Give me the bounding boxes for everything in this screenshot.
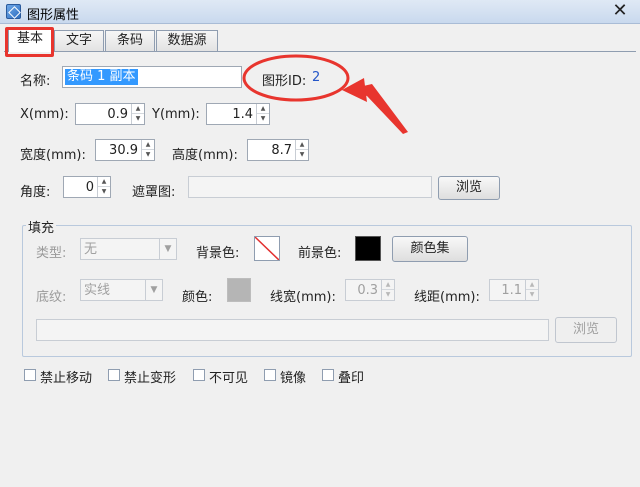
- color-set-button[interactable]: 颜色集: [392, 236, 468, 262]
- name-label: 名称:: [20, 74, 51, 89]
- lock-move-checkbox[interactable]: [24, 369, 36, 381]
- fill-type-select[interactable]: 无 ▼: [80, 238, 177, 260]
- line-spacing-stepper[interactable]: 1.1 ▲ ▼: [489, 279, 539, 301]
- width-value: 30.9: [109, 143, 138, 158]
- name-input[interactable]: 条码 1 副本: [62, 66, 242, 88]
- fill-type-label: 类型:: [36, 246, 67, 261]
- annotation-ellipse: [242, 54, 350, 102]
- fill-image-input[interactable]: [36, 319, 549, 341]
- angle-up-icon[interactable]: ▲: [98, 177, 110, 187]
- pattern-value: 实线: [84, 283, 111, 298]
- name-input-value: 条码 1 副本: [65, 69, 138, 85]
- overprint-checkbox[interactable]: [322, 369, 334, 381]
- mask-input[interactable]: [188, 176, 432, 198]
- line-width-down-icon[interactable]: ▼: [382, 290, 394, 300]
- height-label: 高度(mm):: [172, 148, 238, 163]
- title-bar: [0, 0, 640, 24]
- height-up-icon[interactable]: ▲: [296, 140, 308, 150]
- lock-resize-checkbox[interactable]: [108, 369, 120, 381]
- pattern-label: 底纹:: [36, 290, 67, 305]
- fill-browse-button[interactable]: 浏览: [555, 317, 617, 343]
- y-stepper[interactable]: 1.4 ▲ ▼: [206, 103, 270, 125]
- height-stepper[interactable]: 8.7 ▲ ▼: [247, 139, 309, 161]
- fill-group-title: 填充: [26, 217, 57, 236]
- line-spacing-down-icon[interactable]: ▼: [526, 290, 538, 300]
- x-down-icon[interactable]: ▼: [132, 114, 144, 124]
- y-label: Y(mm):: [152, 107, 200, 122]
- width-up-icon[interactable]: ▲: [142, 140, 154, 150]
- angle-label: 角度:: [20, 185, 51, 200]
- angle-value: 0: [85, 180, 94, 195]
- height-down-icon[interactable]: ▼: [296, 150, 308, 160]
- line-width-up-icon[interactable]: ▲: [382, 280, 394, 290]
- pattern-select[interactable]: 实线 ▼: [80, 279, 163, 301]
- width-stepper[interactable]: 30.9 ▲ ▼: [95, 139, 155, 161]
- fg-color-swatch[interactable]: [355, 236, 381, 261]
- close-button[interactable]: ✕: [606, 0, 634, 22]
- overprint-label: 叠印: [338, 371, 365, 386]
- fill-type-value: 无: [84, 242, 98, 257]
- fg-color-label: 前景色:: [298, 246, 342, 261]
- chevron-down-icon: ▼: [145, 280, 162, 300]
- line-width-stepper[interactable]: 0.3 ▲ ▼: [345, 279, 395, 301]
- y-up-icon[interactable]: ▲: [257, 104, 269, 114]
- bg-color-swatch[interactable]: [254, 236, 280, 261]
- angle-down-icon[interactable]: ▼: [98, 187, 110, 197]
- width-label: 宽度(mm):: [20, 148, 86, 163]
- mask-browse-button[interactable]: 浏览: [438, 176, 500, 200]
- y-down-icon[interactable]: ▼: [257, 114, 269, 124]
- x-up-icon[interactable]: ▲: [132, 104, 144, 114]
- invisible-label: 不可见: [209, 371, 249, 386]
- annotation-arrowhead: [342, 78, 367, 102]
- tab-barcode[interactable]: 条码: [105, 30, 155, 51]
- tab-datasource[interactable]: 数据源: [156, 30, 218, 51]
- lock-resize-label: 禁止变形: [124, 371, 177, 386]
- mirror-label: 镜像: [280, 371, 307, 386]
- line-width-value: 0.3: [357, 283, 378, 298]
- no-color-icon: [255, 237, 279, 260]
- x-stepper[interactable]: 0.9 ▲ ▼: [75, 103, 145, 125]
- tab-text[interactable]: 文字: [54, 30, 104, 51]
- mask-label: 遮罩图:: [132, 185, 176, 200]
- app-icon: [6, 4, 21, 19]
- angle-stepper[interactable]: 0 ▲ ▼: [63, 176, 111, 198]
- lock-move-label: 禁止移动: [40, 371, 93, 386]
- line-spacing-up-icon[interactable]: ▲: [526, 280, 538, 290]
- line-width-label: 线宽(mm):: [270, 290, 336, 305]
- tab-strip: 基本 文字 条码 数据源: [0, 24, 640, 52]
- pattern-color-label: 颜色:: [182, 290, 213, 305]
- width-down-icon[interactable]: ▼: [142, 150, 154, 160]
- chevron-down-icon: ▼: [159, 239, 176, 259]
- line-spacing-label: 线距(mm):: [414, 290, 480, 305]
- window-title: 图形属性: [27, 8, 80, 23]
- tab-highlight-annotation: [5, 27, 54, 57]
- x-label: X(mm):: [20, 107, 69, 122]
- height-value: 8.7: [271, 143, 292, 158]
- id-annotation: [242, 54, 408, 134]
- y-value: 1.4: [232, 107, 253, 122]
- invisible-checkbox[interactable]: [193, 369, 205, 381]
- pattern-color-swatch[interactable]: [227, 278, 251, 302]
- line-spacing-value: 1.1: [501, 283, 522, 298]
- mirror-checkbox[interactable]: [264, 369, 276, 381]
- x-value: 0.9: [107, 107, 128, 122]
- bg-color-label: 背景色:: [196, 246, 240, 261]
